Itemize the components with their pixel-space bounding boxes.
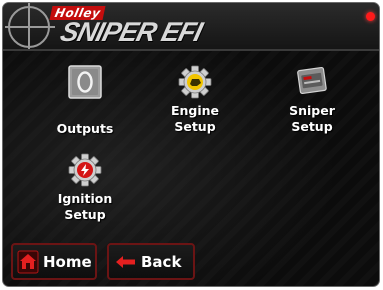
ignition-setup-button[interactable]: Ignition Setup (48, 153, 122, 223)
back-label: Back (141, 252, 182, 271)
outputs-button[interactable]: Outputs (48, 65, 122, 137)
ignition-setup-label: Ignition Setup (57, 191, 113, 222)
yellow-gear-icon (178, 65, 212, 99)
engine-setup-label: Engine Setup (170, 103, 220, 134)
square-o-icon (68, 65, 102, 99)
sniper-setup-button[interactable]: Sniper Setup (275, 65, 349, 135)
back-arrow-icon (116, 255, 135, 268)
app-screen: Holley SNIPER EFI Outputs Engine Setup S… (2, 2, 380, 287)
sniper-setup-label: Sniper Setup (289, 103, 335, 134)
sniper-efi-logo: Holley SNIPER EFI (3, 3, 263, 49)
outputs-label: Outputs (56, 121, 114, 136)
product-logo-text: SNIPER EFI (57, 17, 205, 47)
home-button[interactable]: Home (11, 243, 97, 280)
sniper-unit-icon (297, 66, 327, 95)
back-button[interactable]: Back (107, 243, 195, 280)
engine-setup-button[interactable]: Engine Setup (158, 65, 232, 135)
home-icon (17, 250, 39, 273)
header-bar: Holley SNIPER EFI (3, 3, 379, 51)
red-spark-gear-icon (68, 153, 102, 187)
home-label: Home (43, 252, 92, 271)
status-indicator (366, 12, 375, 21)
